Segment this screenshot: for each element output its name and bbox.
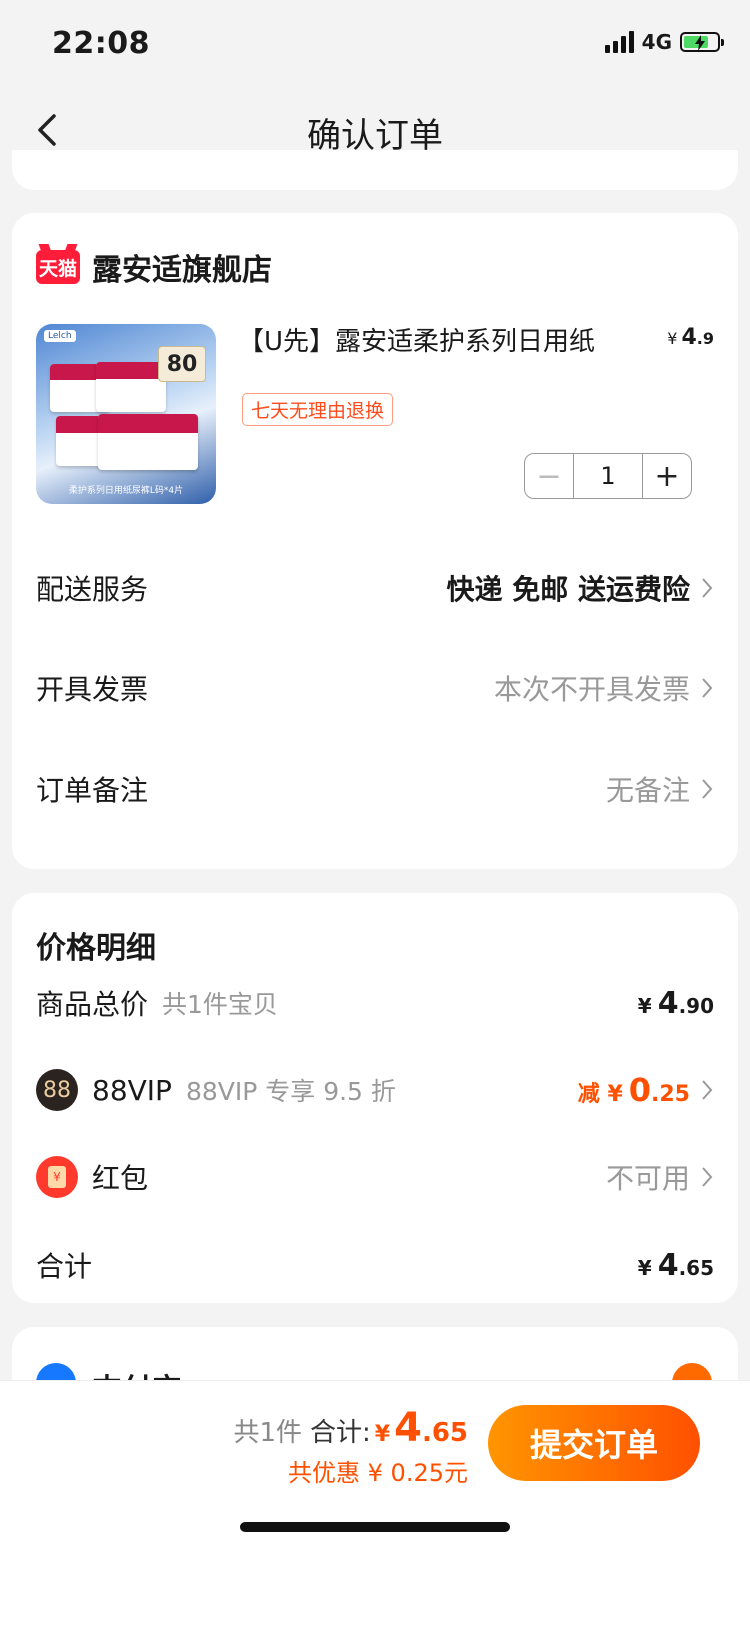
product-image-badge: 80 [158,346,206,382]
redpacket-label: 红包 [92,1162,149,1195]
chevron-right-icon [702,779,713,799]
total-row: 合计 ¥4.65 [36,1237,714,1293]
signal-icon [604,31,634,53]
price-detail-title: 价格明细 [36,931,156,966]
quantity-stepper: − 1 + [524,453,692,499]
battery-icon [680,32,724,52]
redpacket-row[interactable]: ¥ 红包 不可用 [36,1149,714,1205]
price-detail-card: 价格明细 商品总价 共1件宝贝 ¥4.90 88 88VIP 88VIP 专享 … [12,893,738,1303]
vip-label: 88VIP [92,1073,172,1107]
address-card-bottom [12,150,738,190]
invoice-value: 本次不开具发票 [493,673,690,706]
chevron-right-icon [702,1080,713,1100]
status-bar: 22:08 4G [0,0,750,88]
redpacket-value: 不可用 [605,1162,690,1195]
bottom-total-amount: ¥4.65 [374,1405,468,1451]
remark-row[interactable]: 订单备注 无备注 [36,759,714,819]
chevron-right-icon [702,578,713,598]
store-header[interactable]: 天猫 露安适旗舰店 [36,245,272,289]
saving-text: 共优惠 ¥ 0.25元 [288,1459,468,1487]
product-image[interactable]: Lelch 80 柔护系列日用纸尿裤L码*4片 [36,324,216,504]
goods-count: 共1件宝贝 [162,990,278,1019]
invoice-label: 开具发票 [36,673,149,706]
product-image-caption: 柔护系列日用纸尿裤L码*4片 [68,486,184,496]
invoice-row[interactable]: 开具发票 本次不开具发票 [36,658,714,718]
goods-total-amount: ¥4.90 [637,985,714,1021]
delivery-value: 快递 免邮 送运费险 [446,573,691,606]
goods-total-row: 商品总价 共1件宝贝 ¥4.90 [36,975,714,1031]
vip-discount-row[interactable]: 88 88VIP 88VIP 专享 9.5 折 减 ¥0.25 [36,1062,714,1118]
remark-label: 订单备注 [36,774,149,807]
total-label: 合计 [36,1250,93,1283]
chevron-right-icon [702,678,713,698]
redpacket-icon: ¥ [36,1156,78,1198]
submit-order-button[interactable]: 提交订单 [488,1405,700,1481]
vip-sub: 88VIP 专享 9.5 折 [185,1077,396,1106]
total-amount: ¥4.65 [637,1247,714,1283]
remark-value: 无备注 [605,774,690,807]
chevron-right-icon [702,1167,713,1187]
delivery-row[interactable]: 配送服务 快递 免邮 送运费险 [36,558,714,618]
quantity-value[interactable]: 1 [574,454,643,498]
item-count: 共1件 [233,1418,303,1448]
product-title[interactable]: 【U先】露安适柔护系列日用纸 [238,321,595,358]
store-name: 露安适旗舰店 [92,253,272,288]
status-indicators: 4G [604,30,724,54]
home-indicator [240,1522,510,1532]
status-time: 22:08 [52,26,150,61]
increase-button[interactable]: + [643,454,691,498]
vip-discount-amount: 减 ¥0.25 [577,1071,690,1109]
88vip-icon: 88 [36,1069,78,1111]
bottom-total-label: 合计: [310,1418,371,1448]
product-price: ¥4.9 [667,325,714,350]
tmall-logo: 天猫 [36,250,80,284]
goods-total-label: 商品总价 [36,988,149,1021]
return-policy-tag: 七天无理由退换 [242,393,394,426]
decrease-button[interactable]: − [525,454,574,498]
order-summary: 共1件 合计: ¥4.65 共优惠 ¥ 0.25元 [233,1405,468,1488]
network-label: 4G [641,30,672,54]
product-image-brand: Lelch [44,330,76,342]
bottom-bar: 共1件 合计: ¥4.65 共优惠 ¥ 0.25元 提交订单 [0,1380,750,1625]
store-card: 天猫 露安适旗舰店 Lelch 80 柔护系列日用纸尿裤L码*4片 【U先】露安… [12,213,738,869]
delivery-label: 配送服务 [36,573,149,606]
